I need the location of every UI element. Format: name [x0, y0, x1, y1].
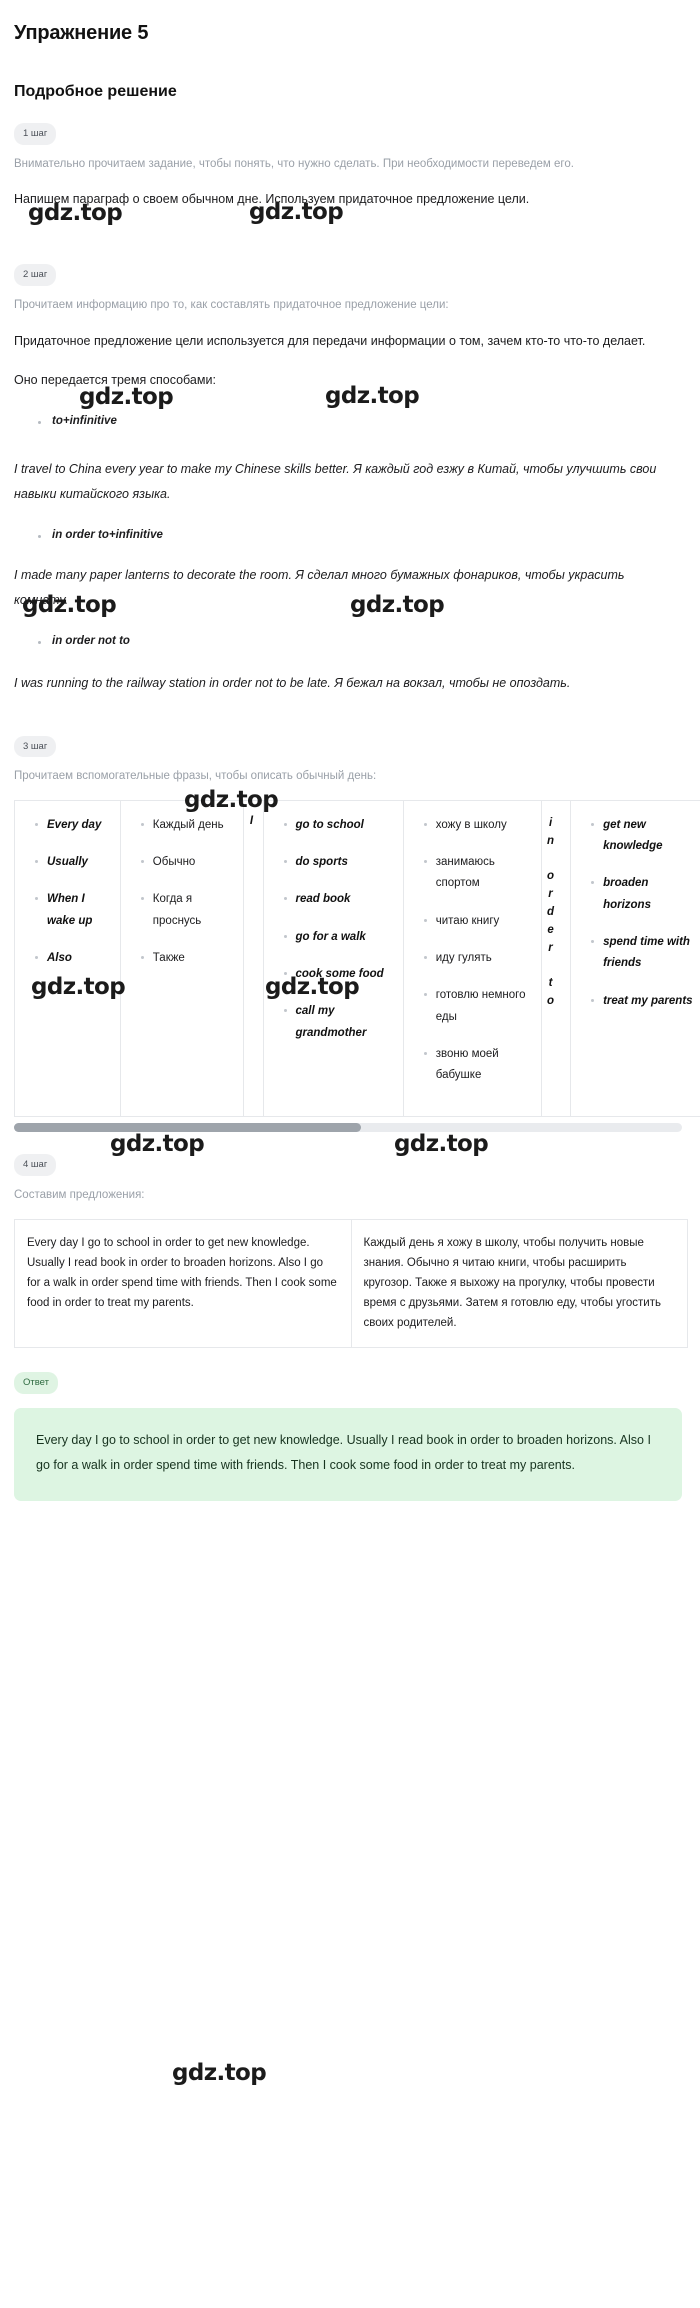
table-cell-purpose-en: get new knowledge broaden horizons spend…: [570, 799, 700, 1118]
list-verbs-en: go to school do sports read book go for …: [270, 815, 395, 1044]
answer-text: Every day I go to school in order to get…: [14, 1407, 682, 1502]
list-item: go for a walk: [283, 927, 395, 948]
form-example-in-order-not-to: I was running to the railway station in …: [14, 675, 571, 690]
table-cell-connector: in order to: [540, 799, 572, 1118]
form-label-to-infinitive: to+infinitive: [38, 415, 686, 427]
table-cell-subject: I: [242, 799, 264, 1118]
list-item: готовлю немного еды: [423, 985, 533, 1028]
list-item: treat my parents: [591, 991, 695, 1012]
list-item: Каждый день: [140, 815, 235, 836]
step-1-body: Напишем параграф о своем обычном дне. Ис…: [14, 192, 530, 207]
table-horizontal-scrollbar[interactable]: [14, 1123, 682, 1133]
form-example-to-infinitive: I travel to China every year to make my …: [14, 461, 657, 501]
step-chip-2: 2 шаг: [14, 264, 57, 286]
step-3-hint: Прочитаем вспомогательные фразы, чтобы о…: [14, 770, 377, 783]
step-2-body-2: Оно передается тремя способами:: [14, 372, 216, 387]
step-chip-1: 1 шаг: [14, 123, 57, 145]
list-item: call my grandmother: [283, 1001, 395, 1044]
list-item: читаю книгу: [423, 911, 533, 932]
watermark: gdz.top: [172, 2060, 267, 2086]
list-item: read book: [283, 889, 395, 910]
form-list-to-infinitive: to+infinitive: [10, 415, 686, 427]
form-example-in-order-to-infinitive: I made many paper lanterns to decorate t…: [14, 567, 625, 607]
sentence-cell-ru: Каждый день я хожу в школу, чтобы получи…: [350, 1218, 688, 1349]
list-time-en: Every day Usually When I wake up Also: [21, 815, 112, 969]
subject-pronoun: I: [249, 814, 254, 827]
list-item: Usually: [35, 852, 112, 873]
table-cell-time-en: Every day Usually When I wake up Also: [14, 799, 121, 1118]
list-item: Когда я проснусь: [140, 889, 235, 932]
connector-in-order-to: in order to: [547, 816, 555, 1008]
form-label-in-order-to-infinitive: in order to+infinitive: [38, 529, 686, 541]
step-2-body: Придаточное предложение цели используетс…: [14, 333, 646, 348]
list-item: When I wake up: [35, 889, 112, 932]
solution-heading: Подробное решение: [14, 83, 177, 100]
list-item: go to school: [283, 815, 395, 836]
list-item: cook some food: [283, 964, 395, 985]
page-title: Упражнение 5: [14, 22, 149, 44]
table-cell-verbs-ru: хожу в школу занимаюсь спортом читаю кни…: [402, 799, 542, 1118]
form-label-in-order-not-to: in order not to: [38, 635, 686, 647]
step-chip-4: 4 шаг: [14, 1154, 57, 1176]
sentence-cell-en: Every day I go to school in order to get…: [14, 1218, 352, 1349]
list-item: иду гулять: [423, 948, 533, 969]
step-4-hint: Составим предложения:: [14, 1188, 145, 1201]
list-item: Every day: [35, 815, 112, 836]
list-item: занимаюсь спортом: [423, 852, 533, 895]
step-chip-3: 3 шаг: [14, 735, 57, 758]
step-2-hint: Прочитаем информацию про то, как составл…: [14, 298, 449, 311]
table-cell-verbs-en: go to school do sports read book go for …: [262, 799, 404, 1118]
table-cell-time-ru: Каждый день Обычно Когда я проснусь Такж…: [119, 799, 244, 1118]
list-time-ru: Каждый день Обычно Когда я проснусь Такж…: [127, 815, 235, 969]
list-item: get new knowledge: [591, 815, 695, 858]
step-1-hint: Внимательно прочитаем задание, чтобы пон…: [14, 157, 574, 170]
list-item: хожу в школу: [423, 815, 533, 836]
phrase-table-wrapper[interactable]: Every day Usually When I wake up Also Ка…: [14, 799, 700, 1118]
list-item: звоню моей бабушке: [423, 1044, 533, 1087]
scrollbar-thumb[interactable]: [14, 1123, 362, 1133]
solution-page: Упражнение 5 Подробное решение 1 шаг Вни…: [0, 0, 700, 2308]
sentences-table: Every day I go to school in order to get…: [14, 1218, 688, 1349]
list-item: spend time with friends: [591, 932, 695, 975]
table-row: Every day I go to school in order to get…: [14, 1218, 688, 1349]
list-verbs-ru: хожу в школу занимаюсь спортом читаю кни…: [410, 815, 533, 1086]
list-item: broaden horizons: [591, 873, 695, 916]
table-row: Every day Usually When I wake up Also Ка…: [14, 799, 700, 1118]
list-item: Также: [140, 948, 235, 969]
list-item: Also: [35, 948, 112, 969]
answer-chip: Ответ: [14, 1372, 58, 1394]
form-list-in-order-to-infinitive: in order to+infinitive: [10, 529, 686, 541]
phrase-table: Every day Usually When I wake up Also Ка…: [14, 799, 700, 1118]
list-item: Обычно: [140, 852, 235, 873]
list-purpose-en: get new knowledge broaden horizons spend…: [577, 815, 695, 1012]
form-list-in-order-not-to: in order not to: [10, 635, 686, 647]
list-item: do sports: [283, 852, 395, 873]
